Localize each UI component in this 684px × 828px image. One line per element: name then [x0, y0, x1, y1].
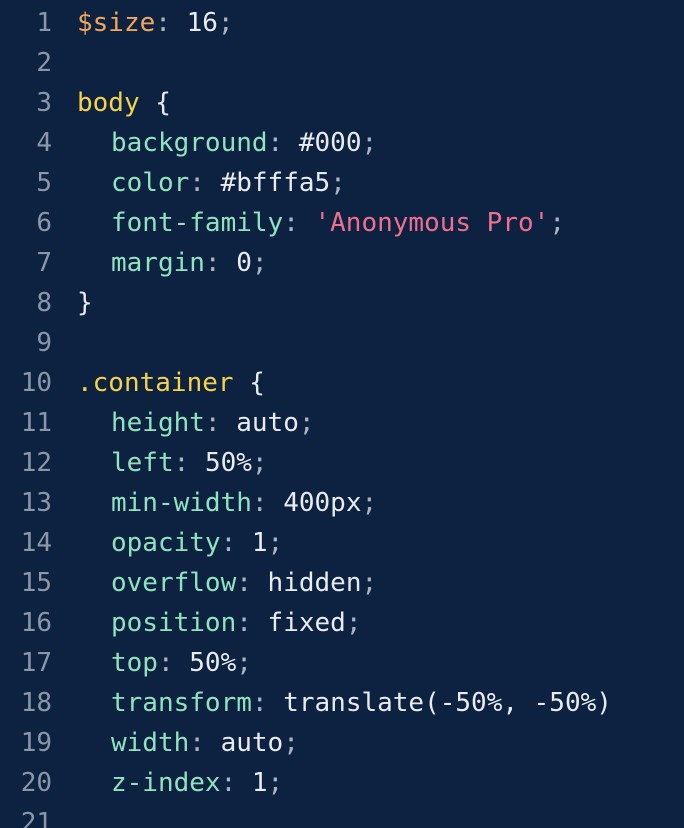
code-text[interactable]: overflow: hidden;	[52, 563, 684, 603]
line-number: 12	[20, 448, 52, 478]
property-token: overflow	[111, 568, 237, 598]
property-token: opacity	[111, 528, 221, 558]
line-number: 1	[36, 8, 52, 38]
value-token: fixed	[267, 608, 346, 638]
code-line: 4 background: #000;	[0, 123, 684, 163]
line-number: 17	[20, 648, 52, 678]
property-token: transform	[111, 688, 252, 718]
value-token: auto	[236, 408, 299, 438]
property-token: margin	[111, 248, 205, 278]
value-token: #bfffa5	[220, 168, 331, 198]
value-token: hidden	[267, 568, 362, 598]
code-text[interactable]: $size: 16;	[52, 3, 684, 43]
line-number: 16	[20, 608, 52, 638]
line-number: 21	[20, 808, 52, 828]
code-text[interactable]: body {	[52, 83, 684, 123]
value-token: 0	[236, 248, 252, 278]
code-text[interactable]: background: #000;	[52, 123, 684, 163]
value-token: 50%	[204, 448, 252, 478]
code-line: 17 top: 50%;	[0, 643, 684, 683]
property-token: background	[111, 128, 268, 158]
line-number: 8	[36, 288, 52, 318]
code-line: 5 color: #bfffa5;	[0, 163, 684, 203]
code-line: 2	[0, 43, 684, 83]
code-text[interactable]: top: 50%;	[52, 643, 684, 683]
code-text[interactable]: }	[52, 283, 684, 323]
value-token: translate(-50%, -50%)	[283, 688, 612, 718]
string-token: 'Anonymous Pro'	[314, 208, 550, 238]
property-token: width	[111, 728, 190, 758]
value-token: 400px	[283, 488, 362, 518]
variable-token: $size	[77, 8, 156, 38]
code-line: 19 width: auto;	[0, 723, 684, 763]
code-line: 18 transform: translate(-50%, -50%)	[0, 683, 684, 723]
value-token: #000	[298, 128, 362, 158]
line-number: 5	[36, 168, 52, 198]
line-number: 2	[36, 48, 52, 78]
code-text[interactable]	[52, 323, 684, 363]
line-number: 7	[36, 248, 52, 278]
code-line: 3 body {	[0, 83, 684, 123]
line-number: 20	[20, 768, 52, 798]
line-number: 10	[20, 368, 52, 398]
value-token: 16	[186, 8, 218, 38]
code-text[interactable]: z-index: 1;	[52, 763, 684, 803]
value-token: 50%	[189, 648, 237, 678]
code-line: 11 height: auto;	[0, 403, 684, 443]
value-token: auto	[220, 728, 284, 758]
line-number: 11	[20, 408, 52, 438]
line-number: 9	[36, 328, 52, 358]
property-token: z-index	[111, 768, 221, 798]
code-line: 14 opacity: 1;	[0, 523, 684, 563]
property-token: min-width	[111, 488, 252, 518]
code-text[interactable]: color: #bfffa5;	[52, 163, 684, 203]
line-number: 6	[36, 208, 52, 238]
code-text[interactable]: left: 50%;	[52, 443, 684, 483]
property-token: left	[111, 448, 174, 478]
code-line: 20 z-index: 1;	[0, 763, 684, 803]
code-text[interactable]: width: auto;	[52, 723, 684, 763]
property-token: top	[111, 648, 158, 678]
selector-token: .container	[77, 368, 234, 398]
code-line: 8 }	[0, 283, 684, 323]
value-token: 1	[251, 768, 268, 798]
code-text[interactable]: position: fixed;	[52, 603, 684, 643]
line-number: 14	[20, 528, 52, 558]
code-text[interactable]: .container {	[52, 363, 684, 403]
code-text[interactable]: opacity: 1;	[52, 523, 684, 563]
code-text[interactable]: height: auto;	[52, 403, 684, 443]
line-number: 19	[20, 728, 52, 758]
line-number: 15	[20, 568, 52, 598]
line-number: 18	[20, 688, 52, 718]
code-line: 15 overflow: hidden;	[0, 563, 684, 603]
code-text[interactable]: margin: 0;	[52, 243, 684, 283]
code-line: 12 left: 50%;	[0, 443, 684, 483]
code-text[interactable]	[52, 43, 684, 83]
code-line: 1 $size: 16;	[0, 3, 684, 43]
code-line: 21	[0, 803, 684, 828]
line-number: 13	[20, 488, 52, 518]
code-text[interactable]: transform: translate(-50%, -50%)	[52, 683, 684, 723]
code-text[interactable]: min-width: 400px;	[52, 483, 684, 523]
code-line: 7 margin: 0;	[0, 243, 684, 283]
line-number: 4	[36, 128, 52, 158]
code-editor[interactable]: 1 $size: 16; 2 3 body { 4 background: #0…	[0, 0, 684, 828]
code-line: 13 min-width: 400px;	[0, 483, 684, 523]
property-token: font-family	[111, 208, 284, 238]
property-token: color	[111, 168, 190, 198]
code-line: 9	[0, 323, 684, 363]
code-line: 6 font-family: 'Anonymous Pro';	[0, 203, 684, 243]
property-token: position	[111, 608, 237, 638]
property-token: height	[111, 408, 205, 438]
line-number: 3	[36, 88, 52, 118]
code-line: 10 .container {	[0, 363, 684, 403]
code-text[interactable]: font-family: 'Anonymous Pro';	[52, 203, 684, 243]
value-token: 1	[251, 528, 268, 558]
selector-token: body	[77, 88, 140, 118]
code-line: 16 position: fixed;	[0, 603, 684, 643]
code-text[interactable]	[52, 803, 684, 828]
